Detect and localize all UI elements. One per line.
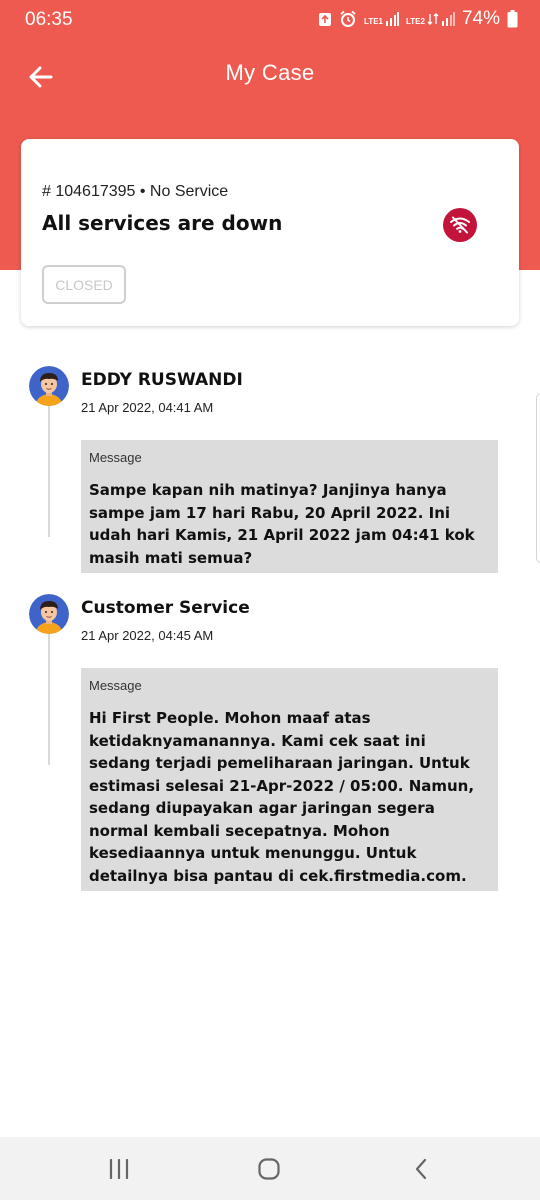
message-timestamp: 21 Apr 2022, 04:45 AM: [81, 628, 214, 643]
home-button[interactable]: [254, 1155, 284, 1183]
wifi-off-icon: [450, 216, 470, 234]
message-author: EDDY RUSWANDI: [81, 370, 243, 390]
my-case-screen: 06:35 LTE1 LTE2 74% My Case # 104617395 …: [0, 0, 540, 1200]
battery-icon: [507, 10, 518, 28]
case-status-indicator: [443, 208, 477, 242]
notification-icon: [319, 13, 332, 26]
status-time: 06:35: [25, 9, 73, 30]
nav-back-button[interactable]: [406, 1155, 436, 1183]
timeline-connector: [48, 632, 50, 765]
message-timestamp: 21 Apr 2022, 04:41 AM: [81, 400, 214, 415]
message-text: Sampe kapan nih matinya? Janjinya hanya …: [89, 481, 475, 567]
message-bubble: Message Sampe kapan nih matinya? Janjiny…: [81, 440, 498, 573]
case-title: All services are down: [42, 211, 283, 235]
sim2-indicator: LTE2: [406, 12, 455, 26]
avatar: [29, 366, 69, 406]
case-number: # 104617395 • No Service: [42, 183, 229, 200]
status-bar: 06:35 LTE1 LTE2 74%: [0, 0, 540, 40]
page-title: My Case: [225, 60, 315, 85]
message-text: Hi First People. Mohon maaf atas ketidak…: [89, 709, 475, 885]
message-author: Customer Service: [81, 598, 250, 618]
home-icon: [258, 1158, 280, 1180]
alarm-icon: [340, 10, 356, 27]
message-bubble: Message Hi First People. Mohon maaf atas…: [81, 668, 498, 891]
recent-apps-button[interactable]: [104, 1155, 134, 1183]
user-avatar-icon: [29, 594, 69, 634]
signal-icon: [441, 12, 455, 26]
recent-apps-icon: [109, 1159, 129, 1179]
back-icon: [415, 1158, 427, 1180]
case-card: # 104617395 • No Service All services ar…: [21, 139, 519, 326]
status-badge: CLOSED: [42, 265, 126, 304]
data-arrows-icon: [427, 13, 439, 25]
signal-icon: [386, 12, 399, 26]
user-avatar-icon: [29, 366, 69, 406]
message-label: Message: [89, 678, 142, 693]
message-label: Message: [89, 450, 142, 465]
avatar: [29, 594, 69, 634]
status-icons: LTE1 LTE2 74%: [318, 8, 518, 30]
timeline-connector: [48, 404, 50, 537]
sim2-label: LTE2: [406, 17, 425, 26]
sim1-label: LTE1: [364, 17, 383, 26]
app-bar: My Case: [0, 48, 540, 104]
battery-percentage: 74%: [461, 8, 500, 29]
system-navigation-bar: [0, 1137, 540, 1200]
scroll-handle[interactable]: [536, 393, 540, 563]
sim1-indicator: LTE1: [364, 12, 399, 26]
